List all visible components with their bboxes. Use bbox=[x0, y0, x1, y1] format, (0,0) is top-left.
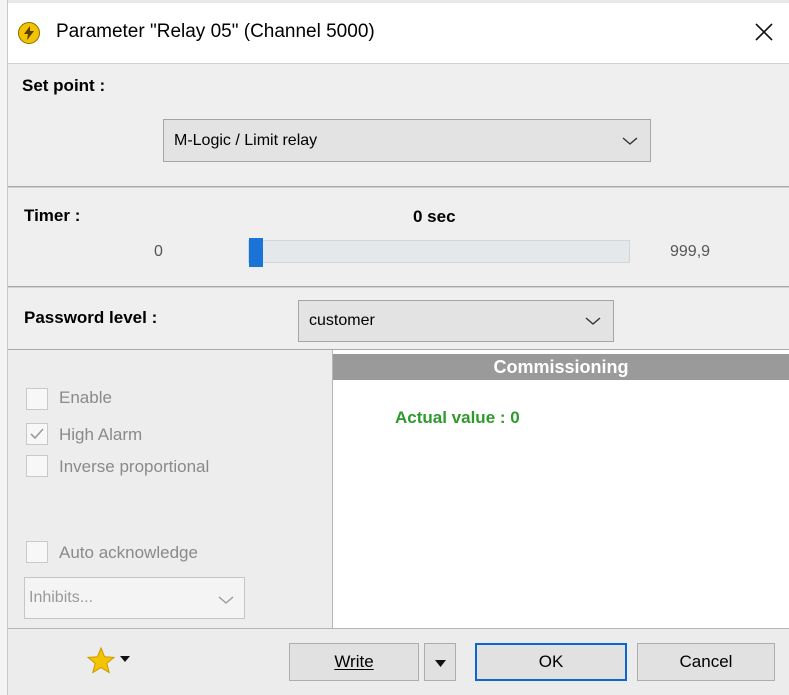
close-button[interactable] bbox=[742, 13, 786, 51]
chevron-down-icon bbox=[585, 317, 601, 325]
caret-down-icon bbox=[120, 656, 130, 662]
high-alarm-checkbox[interactable] bbox=[26, 423, 48, 445]
timer-section: Timer : 0 sec 0 999,9 bbox=[8, 187, 789, 287]
title-bar: Parameter "Relay 05" (Channel 5000) bbox=[8, 3, 789, 63]
options-panel: Enable High Alarm Inverse proportional A… bbox=[8, 350, 333, 628]
password-level-value: customer bbox=[309, 312, 375, 329]
enable-checkbox[interactable] bbox=[26, 388, 48, 410]
enable-label: Enable bbox=[59, 388, 112, 407]
auto-ack-checkbox[interactable] bbox=[26, 541, 48, 563]
inhibits-placeholder: Inhibits... bbox=[29, 589, 94, 606]
check-icon bbox=[30, 428, 44, 440]
window-title: Parameter "Relay 05" (Channel 5000) bbox=[56, 21, 375, 42]
inverse-checkbox[interactable] bbox=[26, 455, 48, 477]
password-section: Password level : customer bbox=[8, 287, 789, 350]
favorite-button[interactable] bbox=[86, 644, 136, 678]
timer-current-value: 0 sec bbox=[413, 207, 456, 226]
timer-slider-thumb[interactable] bbox=[249, 238, 263, 267]
actual-value: Actual value : 0 bbox=[395, 408, 520, 427]
timer-slider[interactable] bbox=[248, 238, 630, 267]
inhibits-select[interactable]: Inhibits... bbox=[24, 577, 245, 619]
background-window-edge bbox=[0, 0, 8, 695]
setpoint-value: M-Logic / Limit relay bbox=[174, 131, 318, 149]
chevron-down-icon bbox=[622, 136, 638, 145]
close-icon bbox=[755, 23, 773, 41]
setpoint-select[interactable]: M-Logic / Limit relay bbox=[163, 119, 651, 162]
lightning-icon bbox=[18, 22, 40, 44]
ok-button[interactable]: OK bbox=[475, 643, 627, 681]
commissioning-header: Commissioning bbox=[333, 354, 789, 380]
timer-min-label: 0 bbox=[154, 243, 163, 260]
cancel-button[interactable]: Cancel bbox=[637, 643, 775, 681]
auto-ack-label: Auto acknowledge bbox=[59, 543, 198, 562]
timer-max-label: 999,9 bbox=[670, 243, 711, 260]
password-level-select[interactable]: customer bbox=[298, 300, 614, 342]
setpoint-label: Set point : bbox=[22, 76, 106, 95]
ok-label: OK bbox=[538, 652, 564, 671]
chevron-down-icon bbox=[218, 596, 234, 604]
setpoint-section: Set point : M-Logic / Limit relay bbox=[8, 63, 789, 187]
caret-down-icon bbox=[435, 660, 446, 667]
high-alarm-label: High Alarm bbox=[59, 425, 143, 444]
inverse-label: Inverse proportional bbox=[59, 457, 210, 476]
password-label: Password level : bbox=[24, 308, 158, 327]
write-dropdown-button[interactable] bbox=[424, 643, 456, 681]
write-label: Write bbox=[334, 652, 374, 671]
star-icon bbox=[86, 646, 116, 674]
button-bar: Write OK Cancel bbox=[8, 628, 789, 695]
commissioning-panel: Commissioning Actual value : 0 bbox=[333, 350, 789, 628]
cancel-label: Cancel bbox=[679, 652, 733, 671]
write-button[interactable]: Write bbox=[289, 643, 419, 681]
timer-label: Timer : bbox=[24, 206, 81, 225]
